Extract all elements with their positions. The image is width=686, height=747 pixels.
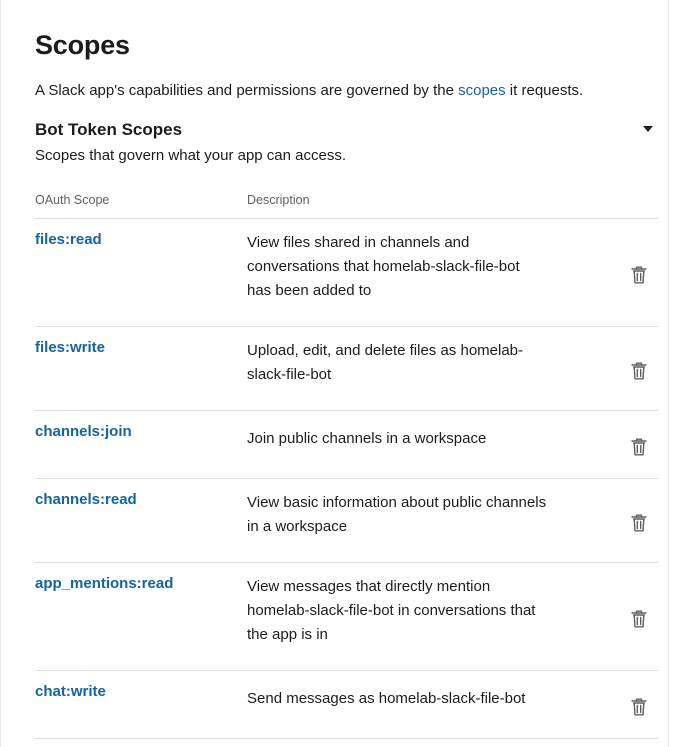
table-header: OAuth Scope Description [35, 186, 658, 219]
scope-link[interactable]: files:write [35, 339, 105, 356]
column-header-description: Description [247, 193, 310, 207]
scope-description: View files shared in channels and convers… [247, 231, 577, 303]
table-row: channels:read View basic information abou… [35, 479, 658, 563]
trash-icon[interactable] [631, 698, 647, 716]
scope-description: View basic information about public chan… [247, 491, 577, 539]
description-line: slack-file-bot [247, 366, 332, 383]
bot-token-scopes-header[interactable]: Bot Token Scopes [35, 120, 655, 144]
scope-link[interactable]: chat:write [35, 683, 106, 700]
description-line: has been added to [247, 282, 372, 299]
column-header-oauth-scope: OAuth Scope [35, 193, 110, 207]
description-line: Join public channels in a workspace [247, 430, 487, 447]
trash-icon[interactable] [631, 514, 647, 532]
table-row: files:read View files shared in channels … [35, 219, 658, 327]
trash-icon[interactable] [631, 362, 647, 380]
scopes-intro: A Slack app's capabilities and permissio… [35, 82, 583, 99]
scopes-panel: Scopes A Slack app's capabilities and pe… [0, 0, 669, 747]
scope-description: View messages that directly mention homel… [247, 575, 577, 647]
scope-link[interactable]: files:read [35, 231, 102, 248]
description-line: View files shared in channels and [247, 234, 470, 251]
description-line: Upload, edit, and delete files as homela… [247, 342, 524, 359]
table-body: files:read View files shared in channels … [35, 219, 658, 739]
description-line: View messages that directly mention [247, 578, 491, 595]
scope-description: Join public channels in a workspace [247, 427, 577, 451]
table-row: chat:write Send messages as homelab-slack… [35, 671, 658, 739]
scope-description: Upload, edit, and delete files as homela… [247, 339, 577, 387]
description-line: conversations that homelab-slack-file-bo… [247, 258, 520, 275]
intro-text-after: it requests. [505, 82, 584, 99]
table-row: app_mentions:read View messages that dire… [35, 563, 658, 671]
description-line: Send messages as homelab-slack-file-bot [247, 690, 526, 707]
trash-icon[interactable] [631, 266, 647, 284]
trash-icon[interactable] [631, 610, 647, 628]
page-title: Scopes [35, 30, 130, 60]
table-row: files:write Upload, edit, and delete file… [35, 327, 658, 411]
description-line: View basic information about public chan… [247, 494, 547, 511]
section-subtitle: Scopes that govern what your app can acc… [35, 147, 347, 164]
scope-description: Send messages as homelab-slack-file-bot [247, 687, 577, 711]
scopes-table: OAuth Scope Description files:read View f… [35, 186, 658, 739]
description-line: in a workspace [247, 518, 348, 535]
description-line: the app is in [247, 626, 328, 643]
table-row: channels:join Join public channels in a w… [35, 411, 658, 479]
scopes-link[interactable]: scopes [458, 82, 506, 99]
scope-link[interactable]: app_mentions:read [35, 575, 173, 592]
description-line: homelab-slack-file-bot in conversations … [247, 602, 536, 619]
section-title: Bot Token Scopes [35, 120, 183, 139]
caret-down-icon[interactable] [643, 126, 653, 132]
scope-link[interactable]: channels:read [35, 491, 137, 508]
intro-text-before: A Slack app's capabilities and permissio… [35, 82, 459, 99]
trash-icon[interactable] [631, 438, 647, 456]
scope-link[interactable]: channels:join [35, 423, 132, 440]
